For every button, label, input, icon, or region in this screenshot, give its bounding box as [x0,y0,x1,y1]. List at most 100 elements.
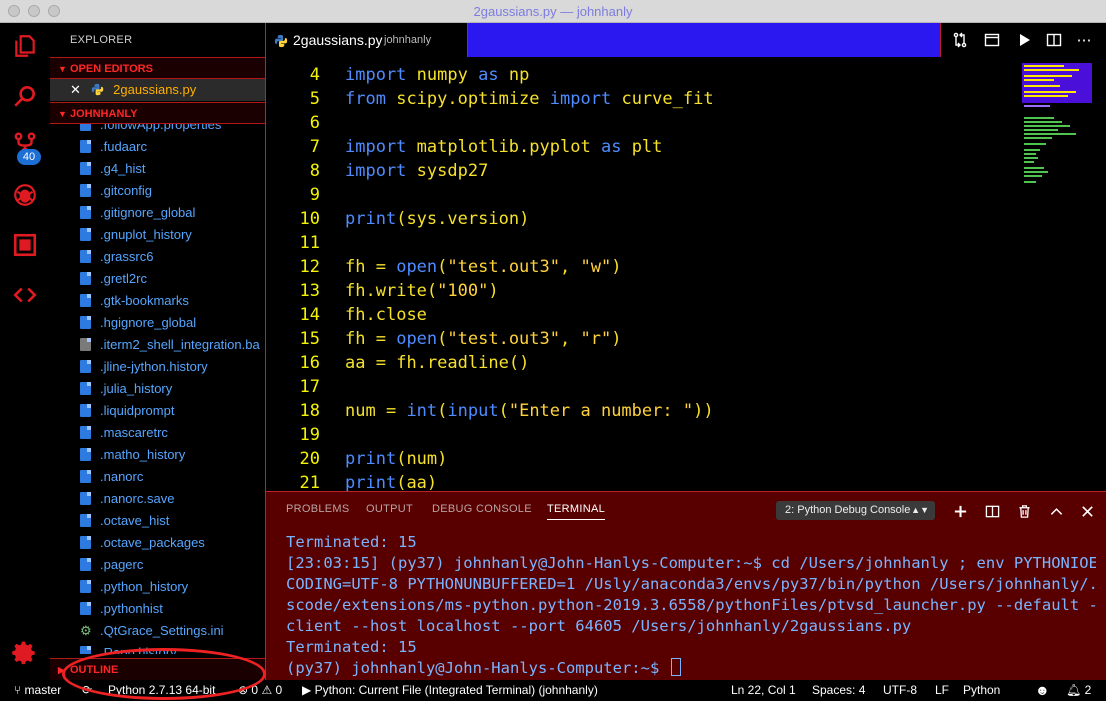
close-panel-icon[interactable] [1079,502,1095,520]
remote-explorer-icon[interactable] [10,280,40,310]
maximize-panel-icon[interactable] [1048,502,1064,520]
line-number: 10 [299,209,320,229]
close-icon[interactable]: ✕ [70,82,81,97]
run-configuration[interactable]: ▶ Python: Current File (Integrated Termi… [302,680,598,701]
file-item[interactable]: .grassrc6 [80,246,153,268]
file-item[interactable]: .gnuplot_history [80,224,192,246]
chevron-right-icon: ▶ [58,665,65,675]
indentation[interactable]: Spaces: 4 [812,680,865,701]
line-number: 4 [309,65,320,85]
debug-icon[interactable] [10,180,40,210]
minimap-line [1024,137,1052,139]
code-editor[interactable]: 4 import numpy as np 5 from scipy.optimize … [266,57,1022,491]
code-token: ) [437,449,448,469]
file-item[interactable]: .nanorc.save [80,488,174,510]
folder-header-johnhanly[interactable]: ▼ JOHNHANLY [50,102,265,124]
new-terminal-icon[interactable] [952,502,968,520]
code-token: . [447,89,458,109]
terminal-output[interactable]: Terminated: 15 [23:03:15] (py37) johnhanl… [286,532,1096,677]
file-icon [80,536,91,549]
code-token: write [375,281,427,301]
code-token: = [365,353,397,373]
file-icon [80,404,91,417]
file-icon [80,184,91,197]
file-item[interactable]: .julia_history [80,378,172,400]
tab-output[interactable]: OUTPUT [366,503,413,515]
outline-header[interactable]: ▶ OUTLINE [50,658,265,680]
code-token: = [365,329,397,349]
tab-problems[interactable]: PROBLEMS [286,503,350,515]
file-item[interactable]: .gtk-bookmarks [80,290,189,312]
python-interpreter[interactable]: Python 2.7.13 64-bit [108,680,215,701]
file-item[interactable]: .python_history [80,576,188,598]
file-item-label: .grassrc6 [100,249,154,264]
chevron-updown-icon: ▲▼ [911,505,929,515]
file-item-label: .python_history [100,579,189,594]
file-icon [80,140,91,153]
keyword-token: as [478,65,499,85]
more-actions-icon[interactable]: ⋯ [1075,31,1093,49]
play-icon: ▶ [302,683,312,697]
code-text: num = int(input("Enter a number: ")) [345,399,714,423]
search-icon[interactable] [10,81,40,111]
extensions-icon[interactable] [10,230,40,260]
settings-gear-icon[interactable] [10,638,40,668]
file-item[interactable]: .gitignore_global [80,202,195,224]
line-number: 18 [299,401,320,421]
editor-tab-2gaussians[interactable]: 2gaussians.py johnhanly [266,23,468,57]
line-number: 11 [299,233,320,253]
minimap-line [1024,161,1034,163]
file-item[interactable]: .gitconfig [80,180,152,202]
language-mode[interactable]: Python [963,680,1000,701]
tab-terminal[interactable]: TERMINAL [547,503,606,520]
terminal-select[interactable]: 2: Python Debug Console ▲▼ [776,501,935,520]
code-token: close [375,305,427,325]
file-item[interactable]: .g4_hist [80,158,146,180]
file-item[interactable]: .mascaretrc [80,422,168,444]
file-item[interactable]: .pagerc [80,554,143,576]
file-item[interactable]: .hgignore_global [80,312,196,334]
open-editor-item[interactable]: ✕ 2gaussians.py [50,79,265,101]
feedback-smiley-icon[interactable]: ☻ [1035,680,1050,701]
run-python-file-icon[interactable] [1015,31,1033,49]
end-of-line[interactable]: LF [935,680,949,701]
problems-indicator[interactable]: ⊗ 0 ⚠ 0 [238,680,282,701]
file-item[interactable]: .gretl2rc [80,268,147,290]
branch-indicator[interactable]: ⑂ master [14,680,61,701]
file-item[interactable]: .jline-jython.history [80,356,208,378]
terminal-line-text: CODING=UTF-8 PYTHONUNBUFFERED=1 /Usly/an… [286,575,1096,593]
file-item[interactable]: .nanorc [80,466,143,488]
file-item[interactable]: .fudaarc [80,136,147,158]
file-item[interactable]: .followApp.properties [80,124,221,136]
file-icon [80,580,91,593]
file-item[interactable]: .Rapp.history [80,642,177,654]
explorer-icon[interactable] [10,31,40,61]
file-item-label: .octave_packages [100,535,205,550]
toggle-preview-icon[interactable] [983,31,1001,49]
notifications[interactable]: 🔔︎ 2 [1066,680,1091,701]
file-item[interactable]: .pythonhist [80,598,163,620]
file-item[interactable]: .iterm2_shell_integration.ba [80,334,260,356]
file-item[interactable]: .matho_history [80,444,185,466]
minimap[interactable] [1022,57,1106,491]
open-editors-header[interactable]: ▼ OPEN EDITORS [50,57,265,79]
tab-debug-console[interactable]: DEBUG CONSOLE [432,503,532,515]
trash-icon[interactable] [1016,502,1032,520]
code-token: np [508,65,530,85]
file-item[interactable]: .octave_packages [80,532,205,554]
code-text: fh.write("100") [345,279,499,303]
python-file-icon [274,34,288,48]
cursor-position[interactable]: Ln 22, Col 1 [731,680,796,701]
sync-icon[interactable]: ⟳ [82,680,92,701]
code-token: sys [406,209,438,229]
line-number: 8 [309,161,320,181]
file-item[interactable]: ⚙ .QtGrace_Settings.ini [80,620,224,642]
file-item[interactable]: .liquidprompt [80,400,174,422]
encoding[interactable]: UTF-8 [883,680,917,701]
file-item-label: .pagerc [100,557,144,572]
open-changes-icon[interactable] [951,31,969,49]
split-terminal-icon[interactable] [984,502,1000,520]
file-item[interactable]: .octave_hist [80,510,169,532]
code-token: num [345,401,376,421]
split-editor-icon[interactable] [1045,31,1063,49]
